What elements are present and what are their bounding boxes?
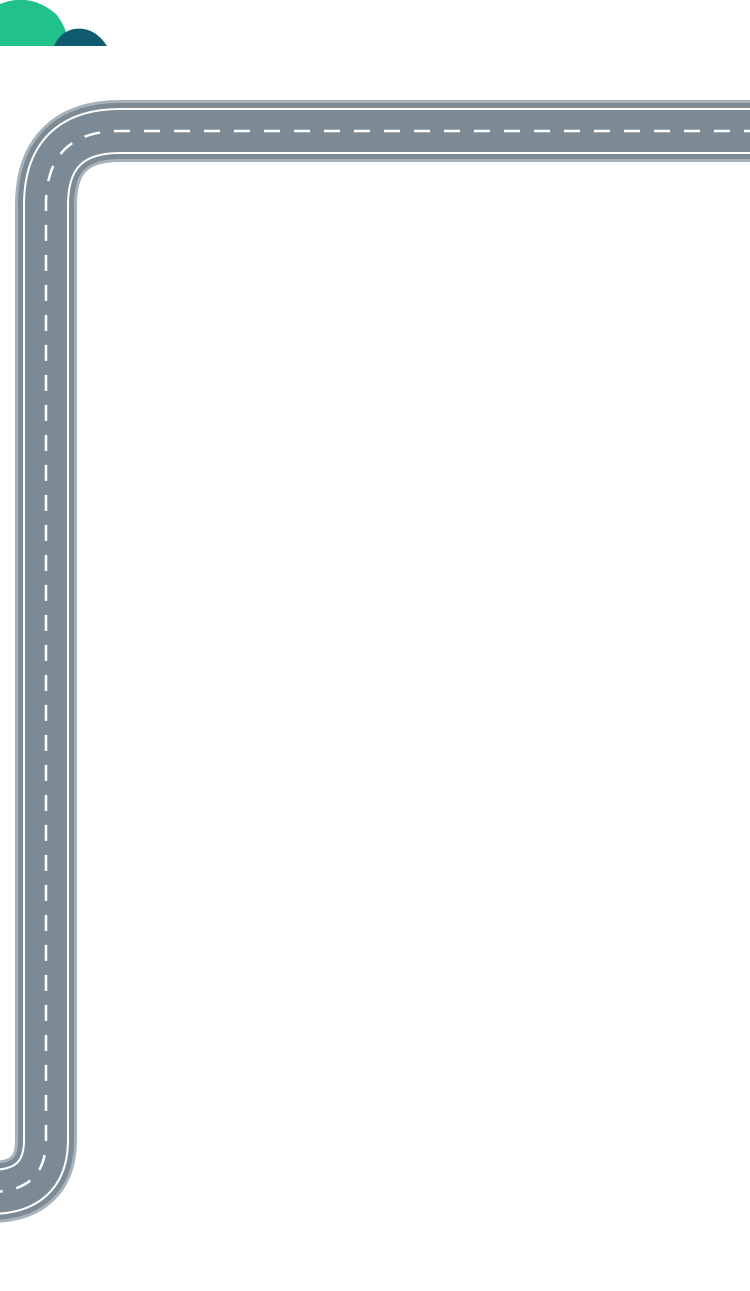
road-asphalt-inner	[0, 110, 750, 1213]
green-hill	[0, 0, 70, 46]
road-border	[0, 100, 750, 1223]
teal-hill	[54, 28, 107, 46]
road-center-line	[0, 129, 750, 1193]
game-board	[0, 0, 750, 1291]
road-edge-lines	[0, 108, 750, 1215]
road-asphalt	[0, 103, 750, 1220]
road-track	[0, 100, 750, 1223]
hills-decoration	[0, 0, 107, 46]
